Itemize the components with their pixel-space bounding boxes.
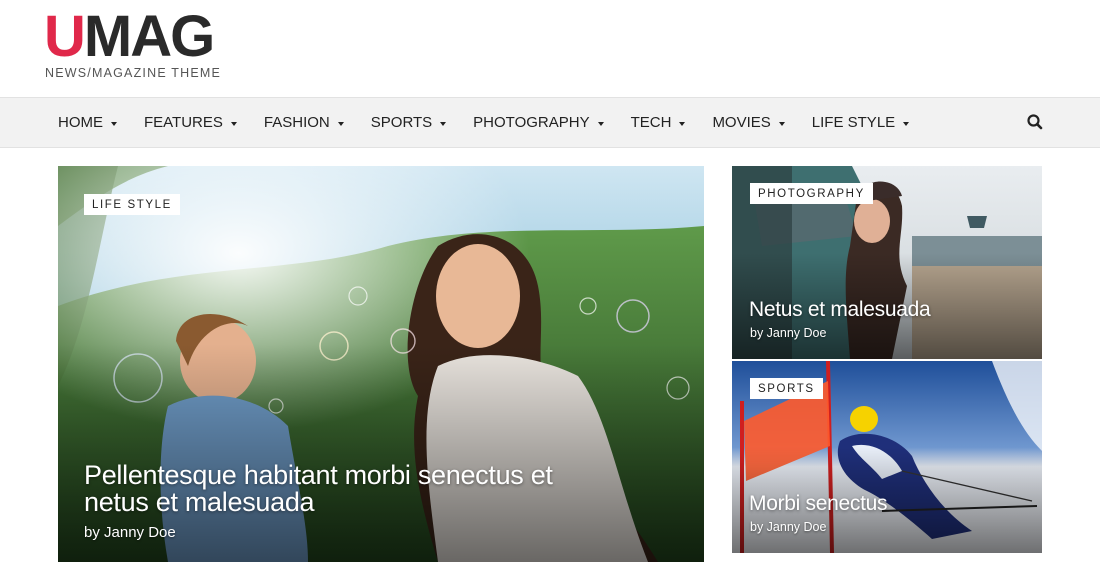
caret-down-icon (337, 121, 344, 126)
search-icon (1027, 114, 1043, 130)
article-title[interactable]: Netus et malesuada (749, 298, 931, 322)
nav-item-sports[interactable]: SPORTS (370, 114, 447, 131)
featured-main-card[interactable]: LIFE STYLE Pellentesque habitant morbi s… (58, 166, 704, 562)
logo-letter-u: U (44, 4, 86, 69)
category-badge[interactable]: LIFE STYLE (84, 194, 180, 215)
site-header: UMAG NEWS/MAGAZINE THEME (0, 0, 1100, 97)
search-button[interactable] (1024, 111, 1046, 133)
article-title[interactable]: Pellentesque habitant morbi senectus et … (84, 462, 604, 516)
article-title[interactable]: Morbi senectus (749, 492, 888, 516)
caret-down-icon (440, 121, 447, 126)
featured-side-card-sports[interactable]: SPORTS Morbi senectus by Janny Doe (732, 361, 1042, 553)
nav-menu: HOME FEATURES FASHION SPORTS PHOTOGRAPHY… (58, 98, 936, 147)
article-byline: by Janny Doe (750, 326, 827, 340)
site-logo[interactable]: UMAG NEWS/MAGAZINE THEME (44, 8, 224, 82)
nav-item-features[interactable]: FEATURES (144, 114, 237, 131)
caret-down-icon (230, 121, 237, 126)
nav-item-home[interactable]: HOME (58, 114, 117, 131)
article-byline: by Janny Doe (750, 520, 827, 534)
nav-item-tech[interactable]: TECH (631, 114, 686, 131)
caret-down-icon (679, 121, 686, 126)
caret-down-icon (111, 121, 117, 126)
logo-tagline: NEWS/MAGAZINE THEME (45, 66, 222, 80)
nav-item-label: SPORTS (370, 114, 433, 131)
nav-item-label: MOVIES (712, 114, 771, 131)
nav-item-label: FEATURES (144, 114, 223, 131)
nav-item-label: HOME (58, 114, 103, 131)
nav-item-movies[interactable]: MOVIES (712, 114, 785, 131)
nav-item-life-style[interactable]: LIFE STYLE (811, 114, 910, 131)
logo-letters-rest: MAG (83, 4, 215, 69)
nav-item-fashion[interactable]: FASHION (264, 114, 344, 131)
caret-down-icon (778, 121, 785, 126)
article-byline: by Janny Doe (84, 524, 176, 541)
main-navigation: HOME FEATURES FASHION SPORTS PHOTOGRAPHY… (0, 97, 1100, 148)
caret-down-icon (597, 121, 604, 126)
nav-item-label: LIFE STYLE (811, 114, 896, 131)
category-badge[interactable]: PHOTOGRAPHY (750, 183, 873, 204)
category-badge[interactable]: SPORTS (750, 378, 823, 399)
nav-item-label: PHOTOGRAPHY (473, 114, 590, 131)
nav-item-label: TECH (630, 114, 672, 131)
featured-side-card-photography[interactable]: PHOTOGRAPHY Netus et malesuada by Janny … (732, 166, 1042, 359)
nav-item-label: FASHION (263, 114, 330, 131)
caret-down-icon (903, 121, 910, 126)
nav-item-photography[interactable]: PHOTOGRAPHY (473, 114, 604, 131)
logo-wordmark: UMAG (44, 8, 215, 66)
